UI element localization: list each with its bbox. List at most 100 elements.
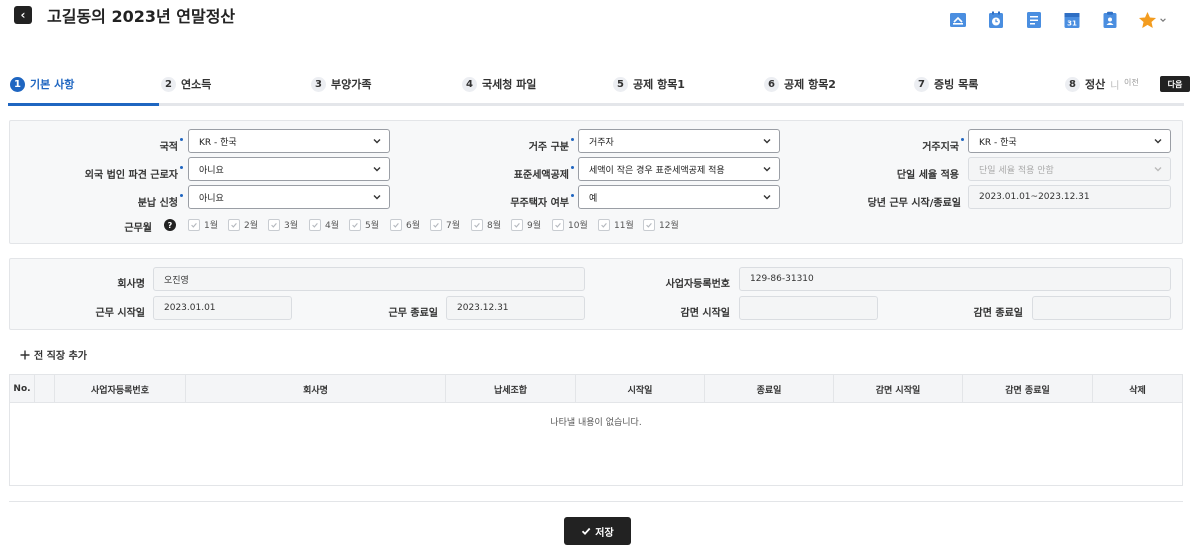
step-number: 1	[10, 76, 25, 92]
work-period-field: 2023.01.01~2023.12.31	[968, 185, 1171, 209]
check-icon	[228, 218, 240, 231]
check-icon	[390, 218, 402, 231]
check-icon	[309, 218, 321, 231]
installment-select[interactable]: 아니요	[188, 185, 390, 209]
calendar-icon[interactable]: 31	[1062, 10, 1081, 29]
empty-message: 나타낼 내용이 없습니다.	[550, 418, 642, 428]
month-label: 4월	[325, 221, 340, 231]
clock-icon[interactable]	[986, 10, 1005, 29]
step-number: 5	[613, 76, 628, 92]
column-delete: 삭제	[1129, 385, 1146, 396]
business-reg-field: 129-86-31310	[739, 267, 1171, 291]
tab-step-1[interactable]: 1 기본 사항	[10, 76, 74, 92]
column-tax-union: 납세조합	[446, 375, 576, 403]
nationality-select[interactable]: KR - 한국	[188, 129, 390, 153]
clipboard-icon[interactable]	[1100, 10, 1119, 29]
document-icon[interactable]	[1024, 10, 1043, 29]
month-label: 12월	[659, 221, 679, 231]
add-previous-workplace-button[interactable]: 전 직장 추가	[20, 347, 87, 362]
residence-region-value: KR - 한국	[979, 137, 1017, 148]
reduce-start-label: 감면 시작일	[680, 308, 730, 319]
column-start-date: 시작일	[576, 375, 705, 403]
month-label: 8월	[487, 221, 502, 231]
step-label: 증빙 목록	[934, 78, 979, 91]
add-previous-label: 전 직장 추가	[34, 351, 87, 362]
check-icon	[643, 218, 655, 231]
month-checkbox[interactable]: 4월	[309, 218, 349, 231]
month-label: 10월	[568, 221, 588, 231]
month-label: 3월	[284, 221, 299, 231]
previous-workplace-table: No. 사업자등록번호 회사명 납세조합 시작일 종료일 감면 시작일 감면 종…	[9, 374, 1183, 486]
step-label: 공제 항목1	[633, 78, 685, 91]
tab-step-6[interactable]: 6 공제 항목2	[764, 76, 836, 92]
standard-credit-label: 표준세액공제	[514, 166, 575, 181]
step-label: 연소득	[181, 78, 212, 91]
flat-rate-value: 단일 세율 적용 안함	[979, 165, 1054, 176]
month-checkbox[interactable]: 3월	[268, 218, 309, 231]
tab-step-5[interactable]: 5 공제 항목1	[613, 76, 685, 92]
installment-value: 아니요	[199, 193, 224, 204]
step-number: 7	[914, 76, 929, 92]
tab-step-3[interactable]: 3 부양가족	[311, 76, 371, 92]
step-number: 8	[1065, 76, 1080, 92]
check-icon	[471, 218, 483, 231]
month-checkbox[interactable]: 10월	[552, 218, 598, 231]
work-start-field: 2023.01.01	[153, 296, 292, 320]
standard-credit-value: 세액이 작은 경우 표준세액공제 적용	[589, 165, 725, 176]
check-icon	[598, 218, 610, 231]
column-no: No.	[10, 375, 35, 403]
company-info-panel: 회사명 오진영 사업자등록번호 129-86-31310 근무 시작일 2023…	[9, 258, 1183, 330]
chevron-down-icon	[1154, 167, 1162, 172]
month-checkbox[interactable]: 8월	[471, 218, 511, 231]
month-checkbox[interactable]: 9월	[511, 218, 552, 231]
help-icon[interactable]: ?	[164, 219, 176, 231]
reduce-end-label: 감면 종료일	[973, 308, 1023, 319]
column-end-date: 종료일	[705, 375, 834, 403]
month-checkbox[interactable]: 11월	[598, 218, 643, 231]
favorite-button[interactable]	[1138, 11, 1167, 29]
homeless-select[interactable]: 예	[578, 185, 780, 209]
back-button[interactable]: ‹	[14, 6, 32, 24]
work-period-label: 당년 근무 시작/종료일	[867, 198, 961, 209]
month-checkbox[interactable]: 2월	[228, 218, 268, 231]
save-button[interactable]: 저장	[564, 517, 631, 545]
month-checkbox[interactable]: 5월	[349, 218, 390, 231]
check-icon	[268, 218, 280, 231]
month-label: 11월	[614, 221, 634, 231]
check-icon	[582, 527, 591, 536]
next-button[interactable]: 다음	[1160, 76, 1190, 92]
tab-step-4[interactable]: 4 국세청 파일	[462, 76, 536, 92]
flat-rate-label: 단일 세율 적용	[896, 170, 959, 181]
step-number: 4	[462, 76, 477, 92]
month-checkbox[interactable]: 12월	[643, 218, 689, 231]
mail-icon[interactable]	[948, 10, 967, 29]
month-label: 5월	[365, 221, 380, 231]
foreign-dispatch-select[interactable]: 아니요	[188, 157, 390, 181]
tab-step-2[interactable]: 2 연소득	[161, 76, 211, 92]
residence-region-select[interactable]: KR - 한국	[968, 129, 1171, 153]
month-label: 2월	[244, 221, 259, 231]
flat-rate-select[interactable]: 단일 세율 적용 안함	[968, 157, 1171, 181]
company-name-label: 회사명	[117, 279, 145, 290]
tab-step-7[interactable]: 7 증빙 목록	[914, 76, 978, 92]
month-label: 7월	[446, 221, 461, 231]
check-icon	[349, 218, 361, 231]
chevron-down-icon	[763, 139, 771, 144]
column-company-name: 회사명	[186, 375, 446, 403]
prev-button[interactable]: 이전	[1124, 77, 1139, 88]
foreign-dispatch-label: 외국 법인 파견 근로자	[85, 166, 184, 181]
residence-type-select[interactable]: 거주자	[578, 129, 780, 153]
header-toolbar: 31	[948, 10, 1167, 29]
standard-credit-select[interactable]: 세액이 작은 경우 표준세액공제 적용	[578, 157, 780, 181]
chevron-down-icon	[373, 167, 381, 172]
month-label: 6월	[406, 221, 421, 231]
tab-step-8[interactable]: 8 정산 니	[1065, 76, 1119, 92]
month-checkbox[interactable]: 6월	[390, 218, 430, 231]
chevron-down-icon	[1160, 17, 1166, 22]
chevron-down-icon	[1154, 139, 1162, 144]
residence-region-label: 거주지국	[922, 138, 964, 153]
month-checkbox[interactable]: 7월	[430, 218, 471, 231]
month-checkbox[interactable]: 1월	[188, 218, 228, 231]
residence-type-label: 거주 구분	[529, 138, 575, 153]
work-end-label: 근무 종료일	[388, 308, 438, 319]
